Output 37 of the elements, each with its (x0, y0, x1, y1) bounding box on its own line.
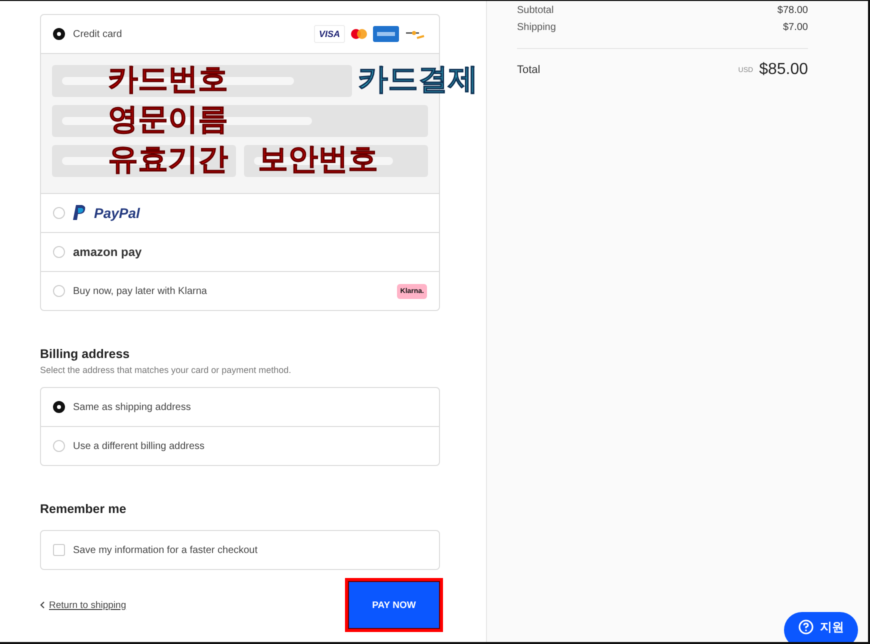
total-label: Total (517, 64, 540, 76)
payment-option-label: Buy now, pay later with Klarna (73, 286, 207, 296)
pay-now-button[interactable]: PAY NOW (348, 581, 440, 629)
section-heading: Billing address (40, 347, 131, 361)
option-label: Same as shipping address (73, 402, 191, 412)
annotation-label: 영문이름 (108, 103, 228, 137)
payment-option-label: PayPal (94, 205, 140, 221)
checkbox-label: Save my information for a faster checkout (73, 544, 258, 556)
input-field[interactable]: 보안번호 (244, 145, 428, 177)
card-brand-logo: VISA (314, 25, 345, 43)
radio-button[interactable] (53, 401, 65, 413)
option-label: Use a different billing address (73, 440, 205, 452)
input-field[interactable]: 유효기간 (52, 145, 236, 177)
section-heading: Remember me (40, 502, 128, 516)
radio-button[interactable] (53, 28, 65, 40)
payment-option-label: Credit card (73, 28, 122, 40)
annotation-label: 유효기간 (108, 143, 228, 177)
input-field[interactable]: 영문이름 (52, 105, 428, 137)
section-description: Select the address that matches your card or payment method. (40, 365, 292, 375)
return-link[interactable]: Return to shipping (40, 600, 126, 610)
help-icon (798, 619, 814, 635)
support-button[interactable]: 지원 (784, 612, 858, 642)
summary-label: Subtotal (517, 4, 554, 16)
checkbox[interactable] (53, 544, 65, 556)
summary-value: $78.00 (777, 4, 808, 16)
chevron-left-icon (40, 601, 45, 609)
payment-option-label: amazon pay (73, 245, 142, 259)
total-amount: $85.00 (759, 61, 808, 79)
summary-value: $7.00 (782, 22, 808, 33)
summary-label: Shipping (517, 22, 556, 33)
card-logo-icon (373, 26, 399, 42)
annotation-label: 카드결제 (358, 63, 478, 97)
annotation-label: 카드번호 (108, 63, 228, 97)
letter-p-icon (73, 205, 86, 221)
input-field[interactable]: 카드번호 (52, 65, 352, 97)
overlapping-circles-icon (349, 27, 369, 41)
annotation-label: 보안번호 (258, 143, 378, 177)
